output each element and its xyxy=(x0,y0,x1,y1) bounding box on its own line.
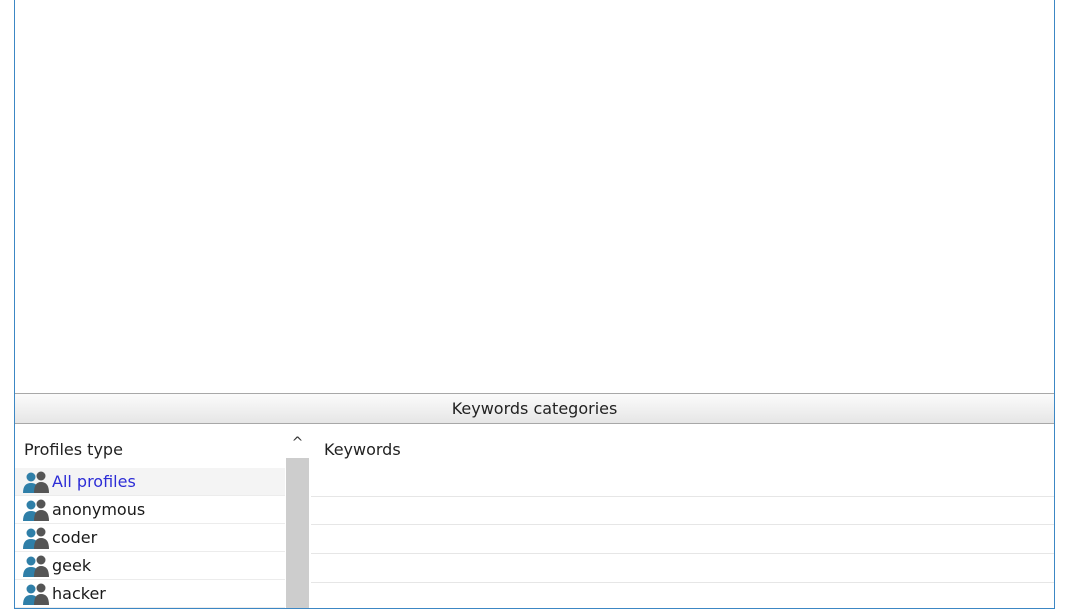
categories-area: Profiles type All profiles anonymous cod… xyxy=(15,426,1054,608)
profile-item-geek[interactable]: geek xyxy=(15,552,285,580)
users-icon xyxy=(23,583,49,605)
main-window-frame: Keywords categories Profiles type All pr… xyxy=(14,0,1055,609)
profiles-panel: Profiles type All profiles anonymous cod… xyxy=(15,426,285,608)
profile-label: All profiles xyxy=(52,472,136,491)
profile-item-anonymous[interactable]: anonymous xyxy=(15,496,285,524)
keyword-row-divider xyxy=(311,582,1054,583)
users-icon xyxy=(23,555,49,577)
users-icon xyxy=(23,527,49,549)
content-area xyxy=(15,0,1054,393)
users-icon xyxy=(23,471,49,493)
keywords-panel: Keywords xyxy=(311,426,1054,608)
keyword-row-divider xyxy=(311,496,1054,497)
profile-label: hacker xyxy=(52,584,106,603)
keyword-row-divider xyxy=(311,553,1054,554)
profiles-scrollbar[interactable]: ^ xyxy=(285,426,310,608)
profile-label: coder xyxy=(52,528,98,547)
profile-item-all-profiles[interactable]: All profiles xyxy=(15,468,285,496)
profile-label: geek xyxy=(52,556,92,575)
keywords-categories-header: Keywords categories xyxy=(15,393,1054,424)
users-icon xyxy=(23,499,49,521)
scrollbar-thumb[interactable] xyxy=(286,458,309,608)
profile-list: All profiles anonymous coder geek hacker xyxy=(15,468,285,608)
keywords-header: Keywords xyxy=(324,440,401,459)
section-header-label: Keywords categories xyxy=(451,399,618,418)
profile-label: anonymous xyxy=(52,500,146,519)
keyword-row-divider xyxy=(311,524,1054,525)
profiles-type-header: Profiles type xyxy=(24,440,123,459)
profile-item-coder[interactable]: coder xyxy=(15,524,285,552)
scroll-up-arrow-icon[interactable]: ^ xyxy=(285,430,310,456)
